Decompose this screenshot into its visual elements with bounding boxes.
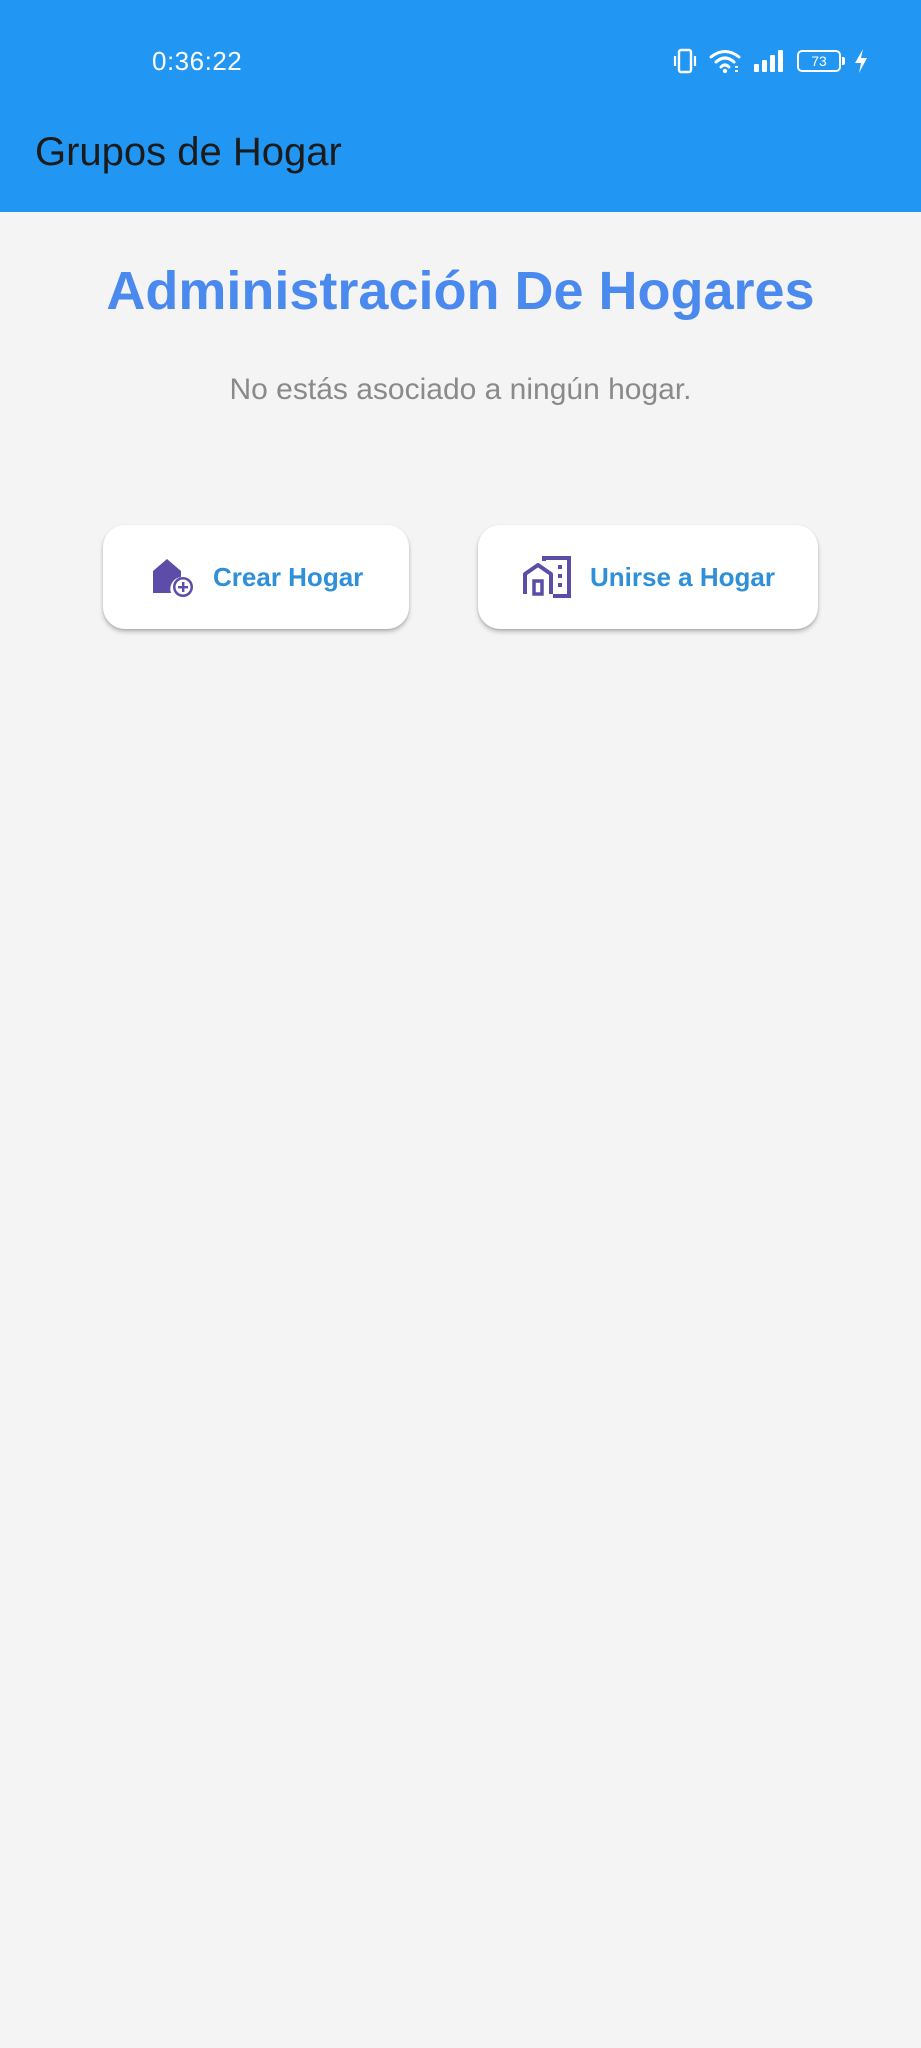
main-content: Administración De Hogares No estás asoci… xyxy=(0,212,921,2048)
status-icons: 73 xyxy=(673,44,869,78)
create-home-button[interactable]: Crear Hogar xyxy=(103,525,409,629)
charging-icon xyxy=(853,48,869,74)
battery-level: 73 xyxy=(811,53,827,69)
vibrate-icon xyxy=(673,48,697,74)
page-title: Administración De Hogares xyxy=(106,261,815,321)
status-bar: 0:36:22 73 xyxy=(0,0,921,124)
empty-state-message: No estás asociado a ningún hogar. xyxy=(229,373,692,406)
join-home-button[interactable]: Unirse a Hogar xyxy=(478,525,818,629)
app-bar: 0:36:22 73 Grupos de Hogar xyxy=(0,0,921,212)
create-home-label: Crear Hogar xyxy=(213,561,364,592)
signal-icon xyxy=(753,49,785,73)
add-home-icon xyxy=(151,555,195,599)
home-work-icon xyxy=(522,556,572,598)
battery-icon: 73 xyxy=(797,50,845,72)
appbar-title: Grupos de Hogar xyxy=(35,130,342,174)
wifi-icon xyxy=(709,48,741,74)
status-time: 0:36:22 xyxy=(152,46,243,76)
join-home-label: Unirse a Hogar xyxy=(590,561,775,592)
